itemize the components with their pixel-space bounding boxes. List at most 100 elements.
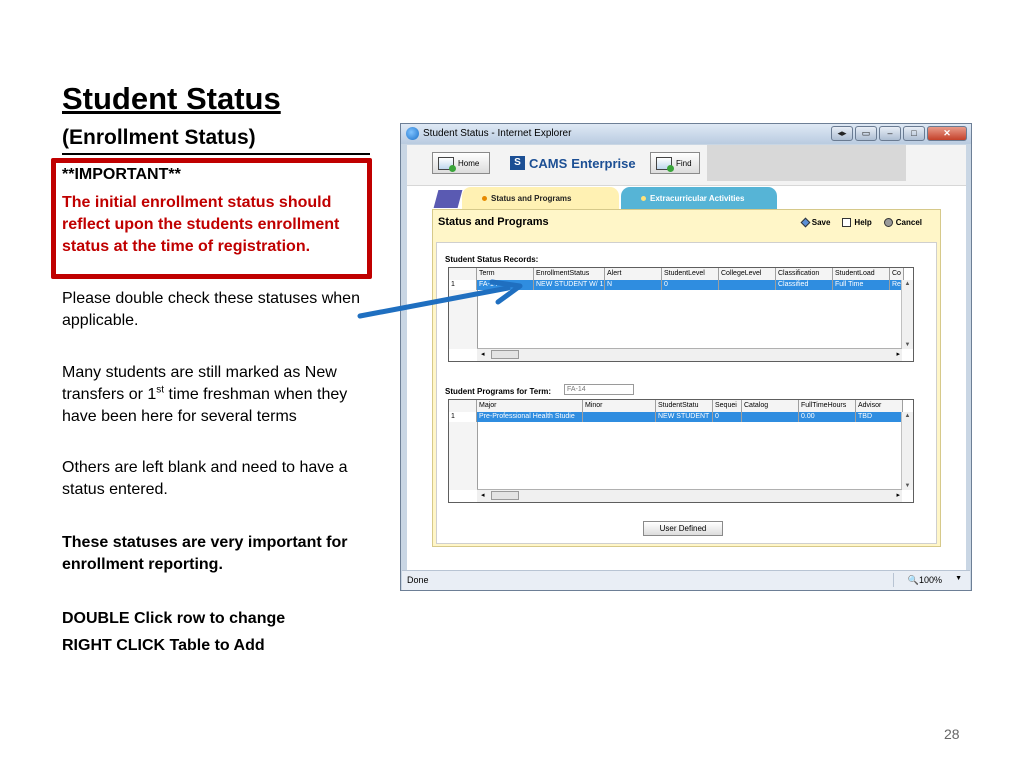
- user-defined-button[interactable]: User Defined: [643, 521, 723, 536]
- browser-content: Home S CAMS Enterprise Find Status and P…: [407, 145, 966, 572]
- row-number: 1: [449, 412, 477, 422]
- cancel-label: Cancel: [895, 218, 922, 227]
- horizontal-scrollbar[interactable]: ◂ ▸: [477, 348, 902, 361]
- row-number-header: [449, 268, 477, 280]
- records-box: Student Status Records: Term EnrollmentS…: [436, 242, 937, 544]
- row-number: 1: [449, 280, 477, 290]
- column-header[interactable]: CollegeLevel: [719, 268, 776, 280]
- status-programs-panel: Status and Programs Save Help Cancel Stu…: [432, 209, 941, 547]
- tab-extracurricular[interactable]: Extracurricular Activities: [621, 187, 777, 209]
- column-header[interactable]: Classification: [776, 268, 833, 280]
- find-icon: [656, 156, 674, 172]
- scroll-down-icon[interactable]: ▼: [902, 483, 913, 489]
- slide-title: Student Status: [62, 81, 281, 116]
- table-cell[interactable]: Full Time: [833, 280, 890, 290]
- table-cell[interactable]: N: [605, 280, 662, 290]
- table-cell[interactable]: NEW STUDENT: [656, 412, 713, 422]
- scroll-up-icon[interactable]: ▲: [902, 281, 913, 287]
- column-header[interactable]: StudentLoad: [833, 268, 890, 280]
- column-header[interactable]: StudentStatu: [656, 400, 713, 412]
- tab-dot-icon: [641, 195, 646, 201]
- table-cell[interactable]: FA-14: [477, 280, 534, 290]
- column-header[interactable]: Catalog: [742, 400, 799, 412]
- panel-actions: Save Help Cancel: [800, 217, 922, 228]
- scroll-right-icon[interactable]: ▸: [896, 350, 900, 358]
- tab-strip-marker: [433, 190, 463, 208]
- brand-name: CAMS: [529, 155, 568, 171]
- column-header[interactable]: Sequei: [713, 400, 742, 412]
- scroll-left-icon[interactable]: ◂: [481, 491, 485, 499]
- save-button[interactable]: Save: [800, 217, 830, 228]
- window-title: Student Status - Internet Explorer: [423, 128, 572, 139]
- close-button[interactable]: ✕: [927, 126, 967, 141]
- cancel-button[interactable]: Cancel: [883, 218, 922, 227]
- table-cell[interactable]: Classified: [776, 280, 833, 290]
- minimize-button[interactable]: –: [879, 126, 901, 141]
- zoom-dropdown-icon[interactable]: ▼: [955, 575, 962, 582]
- cams-logo: S CAMS Enterprise: [510, 154, 636, 172]
- ie-window: Student Status - Internet Explorer ◂▸ ▭ …: [400, 123, 972, 591]
- table-cell[interactable]: 0: [662, 280, 719, 290]
- maximize-button[interactable]: □: [903, 126, 925, 141]
- instruction-right-click: RIGHT CLICK Table to Add: [62, 637, 265, 654]
- table-cell[interactable]: 0.00: [799, 412, 856, 422]
- scroll-thumb[interactable]: [491, 491, 519, 500]
- table-cell[interactable]: Pre-Professional Health Studie: [477, 412, 583, 422]
- table-cell[interactable]: TBD: [856, 412, 903, 422]
- table-row[interactable]: 1 FA-14 NEW STUDENT W/ 1 N 0 Classified …: [449, 280, 904, 290]
- vertical-scrollbar[interactable]: ▲ ▼: [901, 280, 913, 349]
- scroll-right-icon[interactable]: ▸: [896, 491, 900, 499]
- instructions: DOUBLE Click row to change RIGHT CLICK T…: [62, 605, 380, 659]
- column-header[interactable]: Co: [890, 268, 904, 280]
- table-cell[interactable]: NEW STUDENT W/ 1: [534, 280, 605, 290]
- home-button[interactable]: Home: [432, 152, 490, 174]
- help-label: Help: [854, 218, 872, 227]
- column-header[interactable]: StudentLevel: [662, 268, 719, 280]
- find-button[interactable]: Find: [650, 152, 700, 174]
- window-titlebar[interactable]: Student Status - Internet Explorer ◂▸ ▭ …: [401, 124, 971, 144]
- row-header-column: [449, 290, 478, 349]
- slide-subtitle: (Enrollment Status): [62, 124, 370, 155]
- tab-dot-icon: [482, 195, 487, 201]
- app-toolbar: Home S CAMS Enterprise Find: [407, 145, 966, 186]
- scroll-left-icon[interactable]: ◂: [481, 350, 485, 358]
- help-button[interactable]: Help: [842, 218, 872, 227]
- column-header[interactable]: FullTimeHours: [799, 400, 856, 412]
- table-row[interactable]: 1 Pre-Professional Health Studie NEW STU…: [449, 412, 903, 422]
- table-cell[interactable]: [742, 412, 799, 422]
- cams-logo-icon: S: [510, 156, 525, 170]
- tab-label: Status and Programs: [491, 193, 572, 203]
- callout-body: The initial enrollment status should ref…: [62, 194, 340, 255]
- vertical-scrollbar[interactable]: ▲ ▼: [901, 412, 913, 490]
- page-icon[interactable]: ▭: [855, 126, 877, 141]
- table-cell[interactable]: [719, 280, 776, 290]
- scroll-down-icon[interactable]: ▼: [902, 342, 913, 348]
- zoom-level[interactable]: 🔍100%: [908, 575, 942, 586]
- status-records-table[interactable]: Term EnrollmentStatus Alert StudentLevel…: [448, 267, 914, 362]
- column-header[interactable]: EnrollmentStatus: [534, 268, 605, 280]
- column-header[interactable]: Major: [477, 400, 583, 412]
- programs-term-field[interactable]: FA-14: [564, 384, 634, 395]
- ordinal-suffix: st: [156, 384, 165, 396]
- student-programs-table[interactable]: Major Minor StudentStatu Sequei Catalog …: [448, 399, 914, 503]
- table-cell[interactable]: [583, 412, 656, 422]
- horizontal-scrollbar[interactable]: ◂ ▸: [477, 489, 902, 502]
- back-forward-icon[interactable]: ◂▸: [831, 126, 853, 141]
- tab-status-and-programs[interactable]: Status and Programs: [462, 187, 619, 209]
- tab-label: Extracurricular Activities: [650, 193, 745, 203]
- redacted-area: [707, 145, 906, 181]
- home-label: Home: [458, 158, 480, 168]
- scroll-thumb[interactable]: [491, 350, 519, 359]
- column-header[interactable]: Term: [477, 268, 534, 280]
- column-header[interactable]: Alert: [605, 268, 662, 280]
- window-controls: ◂▸ ▭ – □ ✕: [831, 126, 967, 141]
- paragraph-double-check: Please double check these statuses when …: [62, 290, 360, 329]
- ie-logo-icon: [406, 127, 419, 140]
- table-cell[interactable]: 0: [713, 412, 742, 422]
- cancel-icon: [883, 218, 893, 227]
- tab-strip: Status and Programs Extracurricular Acti…: [432, 187, 942, 209]
- column-header[interactable]: Minor: [583, 400, 656, 412]
- paragraph-reporting: These statuses are very important for en…: [62, 534, 348, 573]
- column-header[interactable]: Advisor: [856, 400, 903, 412]
- scroll-up-icon[interactable]: ▲: [902, 413, 913, 419]
